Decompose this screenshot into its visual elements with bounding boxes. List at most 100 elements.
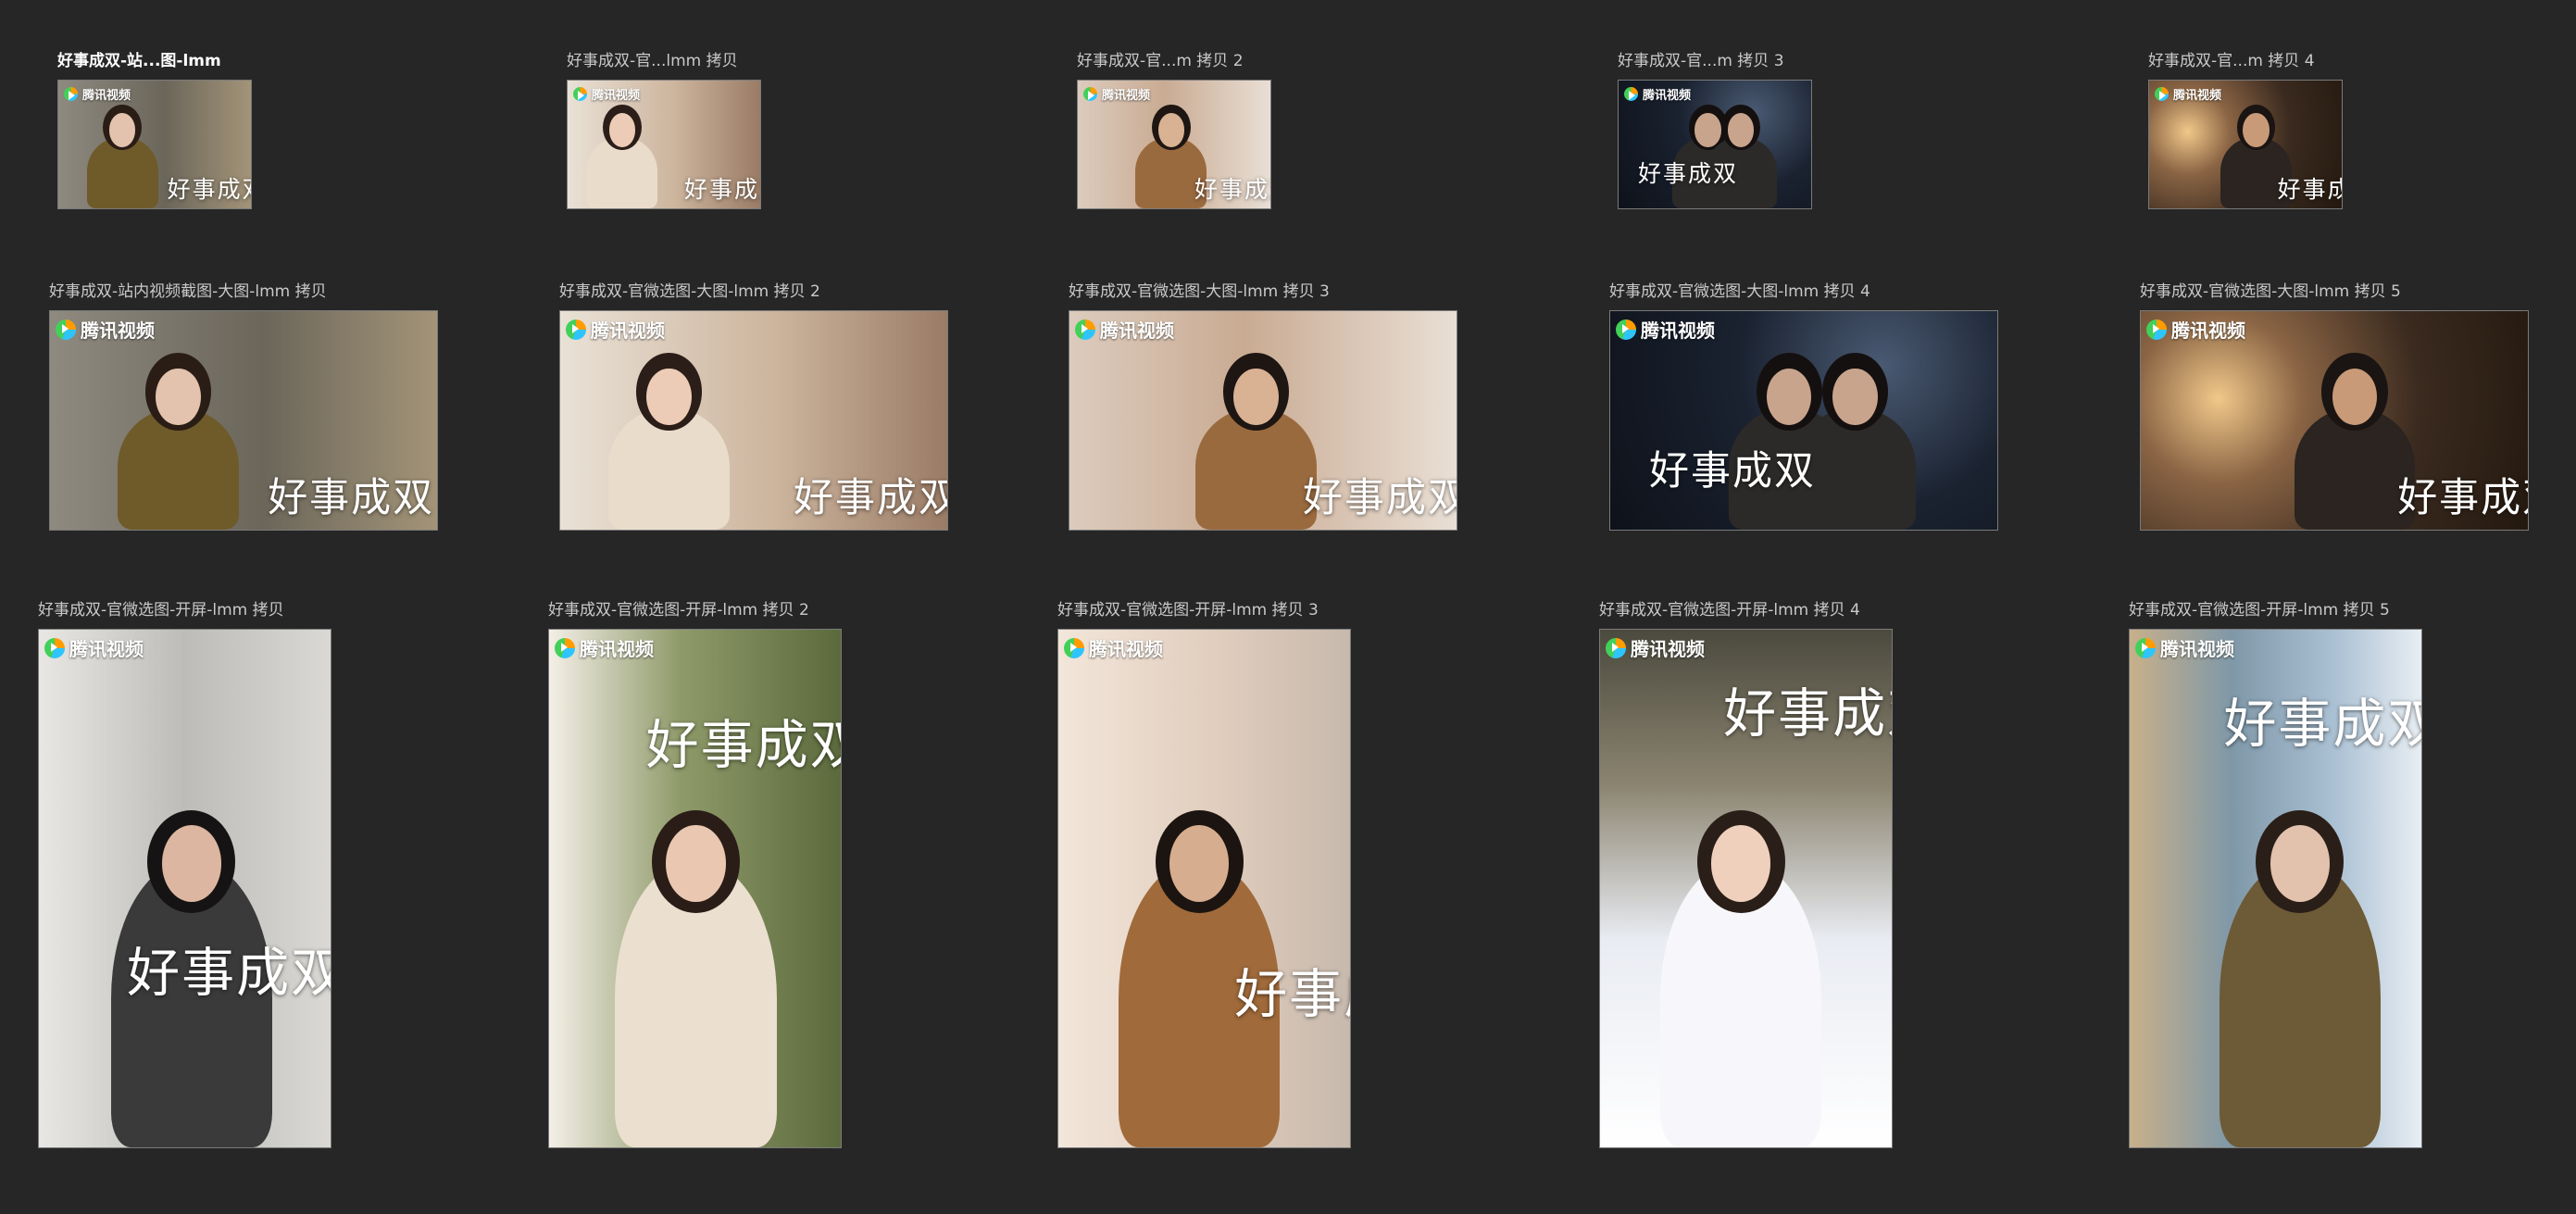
person-face [2243,113,2270,147]
play-logo-icon [2155,87,2169,101]
logo-text: 腾讯视频 [1089,638,1163,660]
logo-text: 腾讯视频 [2171,319,2245,342]
artboard-thumb[interactable]: 好事成双-官微选图-开屏-lmm 拷贝 5 腾讯视频好事成双 [2129,601,2422,1148]
logo-text: 腾讯视频 [81,319,155,342]
artboard-label: 好事成双-官微选图-开屏-lmm 拷贝 [38,601,284,620]
artboard-image: 腾讯视频好事成双 [2148,80,2343,209]
logo-text: 腾讯视频 [592,89,641,103]
artboard-image: 腾讯视频好事成双 [548,629,842,1148]
artboard-thumb[interactable]: 好事成双-官微选图-大图-lmm 拷贝 4 腾讯视频好事成双 [1609,282,1998,531]
logo-text: 腾讯视频 [1641,319,1715,342]
artboard-label: 好事成双-官微选图-大图-lmm 拷贝 2 [559,282,820,301]
artboard-label: 好事成双-官...lmm 拷贝 [567,52,738,70]
play-logo-icon [2135,637,2156,658]
play-logo-icon [64,87,78,101]
tencent-video-logo: 腾讯视频 [1624,85,1691,103]
play-logo-icon [1624,87,1638,101]
artboard-label: 好事成双-官...m 拷贝 3 [1618,52,1784,70]
artboard-image: 腾讯视频好事成双 [57,80,252,209]
artboard-image: 腾讯视频好事成双 [2140,310,2529,531]
artboard-thumb[interactable]: 好事成双-站内视频截图-大图-lmm 拷贝 腾讯视频好事成双 [49,282,438,531]
person-face [608,113,635,147]
person-face [1233,368,1279,426]
play-logo-icon [56,319,76,340]
artboard-thumb[interactable]: 好事成双-官微选图-大图-lmm 拷贝 3 腾讯视频 好事成双 [1069,282,1457,531]
artboard-image: 腾讯视频好事成双 [1618,80,1812,209]
tencent-video-logo: 腾讯视频 [1606,634,1705,661]
artboard-label: 好事成双-官微选图-大图-lmm 拷贝 3 [1069,282,1330,301]
show-title-mark: 好事成双 [684,176,760,203]
artboard-thumb[interactable]: 好事成双-官微选图-开屏-lmm 拷贝 腾讯视频 好事成双 [38,601,331,1148]
artboard-label: 好事成双-站内视频截图-大图-lmm 拷贝 [49,282,327,301]
artboard-thumb[interactable]: 好事成双-官...m 拷贝 3 腾讯视频 好事成双 [1618,52,1812,209]
show-title-mark: 好事成双 [794,474,948,521]
artboard-image: 腾讯视频好事成双 [559,310,948,531]
person-face [646,368,692,426]
artboard-image: 腾讯视频好事成双 [567,80,761,209]
artboard-image: 腾讯视频好事成双 [38,629,331,1148]
artboard-image: 腾讯视频好事成双 [49,310,438,531]
show-title-mark: 好事成双 [1234,963,1350,1025]
artboard-label: 好事成双-站...图-lmm [57,52,221,70]
play-logo-icon [2146,319,2167,340]
artboard-image: 腾讯视频好事成双 [1077,80,1271,209]
logo-text: 腾讯视频 [1100,319,1174,342]
artboard-thumb[interactable]: 好事成双-站...图-lmm 腾讯视频好事成双 [57,52,252,209]
logo-text: 腾讯视频 [2173,89,2222,103]
show-title-mark: 好事成双 [645,714,841,776]
show-title-mark: 好事成双 [2397,474,2528,521]
play-logo-icon [1083,87,1097,101]
artboard-label: 好事成双-官微选图-大图-lmm 拷贝 4 [1609,282,1870,301]
artboard-thumb[interactable]: 好事成双-官微选图-大图-lmm 拷贝 2 腾讯视频好事成双 [559,282,948,531]
artboard-label: 好事成双-官...m 拷贝 4 [2148,52,2315,70]
show-title-mark: 好事成双 [2223,694,2422,756]
person-face [666,825,726,902]
play-logo-icon [566,319,586,340]
artboard-label: 好事成双-官微选图-大图-lmm 拷贝 5 [2140,282,2401,301]
play-logo-icon [573,87,587,101]
tencent-video-logo: 腾讯视频 [2155,85,2221,103]
play-logo-icon [555,637,575,658]
artboard-label: 好事成双-官微选图-开屏-lmm 拷贝 4 [1599,601,1860,620]
person-face [1728,113,1755,147]
person-face [1157,113,1184,147]
artboard-thumb[interactable]: 好事成双-官微选图-开屏-lmm 拷贝 2 腾讯视频好事成双 [548,601,842,1148]
logo-text: 腾讯视频 [2160,638,2234,660]
tencent-video-logo: 腾讯视频 [64,85,131,103]
person-face [161,825,221,902]
artboard-thumb[interactable]: 好事成双-官微选图-开屏-lmm 拷贝 3 腾讯视频好事成双 [1057,601,1351,1148]
artboard-thumb[interactable]: 好事成双-官微选图-大图-lmm 拷贝 5 腾讯视频好事成双 [2140,282,2529,531]
show-title-mark: 好事成双 [1649,448,1816,495]
tencent-video-logo: 腾讯视频 [1616,316,1715,343]
artboard-thumb[interactable]: 好事成双-官...m 拷贝 2 腾讯视频好事成双 [1077,52,1271,209]
artboard-thumb[interactable]: 好事成双-官微选图-开屏-lmm 拷贝 4 腾讯视频好事成双 [1599,601,1893,1148]
tencent-video-logo: 腾讯视频 [1075,316,1174,343]
logo-text: 腾讯视频 [1631,638,1705,660]
tencent-video-logo: 腾讯视频 [2146,316,2245,343]
logo-text: 腾讯视频 [591,319,665,342]
logo-text: 腾讯视频 [1643,89,1692,103]
artboard-label: 好事成双-官微选图-开屏-lmm 拷贝 5 [2129,601,2390,620]
tencent-video-logo: 腾讯视频 [555,634,654,661]
artboard-image: 腾讯视频好事成双 [1069,310,1457,531]
artboard-image: 腾讯视频好事成双 [1057,629,1351,1148]
play-logo-icon [1616,319,1636,340]
play-logo-icon [44,637,65,658]
artboard-thumb[interactable]: 好事成双-官...lmm 拷贝 腾讯视频好事成双 [567,52,761,209]
show-title-mark: 好事成双 [1723,682,1892,745]
person-face [2270,825,2330,902]
tencent-video-logo: 腾讯视频 [56,316,155,343]
person-face [156,368,201,426]
tencent-video-logo: 腾讯视频 [1064,634,1163,661]
show-title-mark: 好事成双 [1194,176,1270,203]
artboard-thumb[interactable]: 好事成双-官...m 拷贝 4 腾讯视频好事成双 [2148,52,2343,209]
play-logo-icon [1064,637,1084,658]
tencent-video-logo: 腾讯视频 [2135,634,2234,661]
show-title-mark: 好事成双 [268,474,435,521]
artboard-image: 腾讯视频好事成双 [1599,629,1893,1148]
tencent-video-logo: 腾讯视频 [573,85,640,103]
person-face [1711,825,1771,902]
person-face [109,113,136,147]
play-logo-icon [1075,319,1095,340]
artboard-label: 好事成双-官...m 拷贝 2 [1077,52,1244,70]
